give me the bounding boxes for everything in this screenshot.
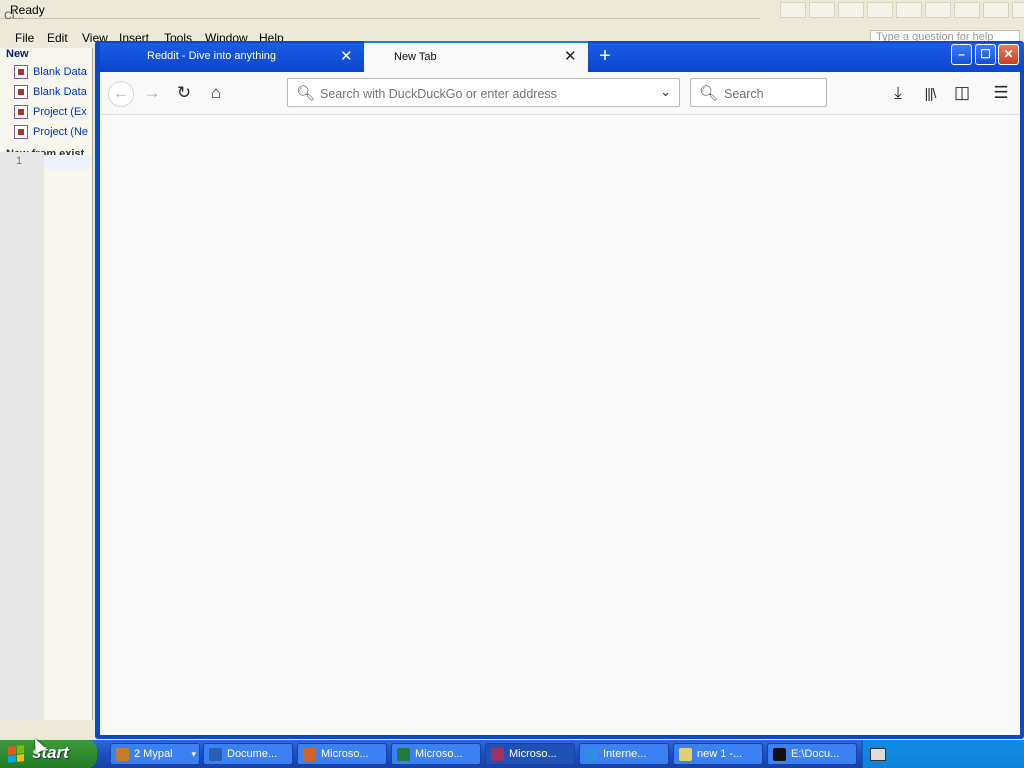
page-content[interactable] (100, 115, 1020, 735)
taskbar-item-label: new 1 -... (697, 748, 743, 760)
powerpoint-icon (303, 747, 316, 761)
task-pane-item-blank-data-page[interactable]: Blank Data (14, 83, 94, 101)
address-bar[interactable]: 🔍︎ ⌄ (287, 78, 680, 107)
mypal-icon (116, 747, 129, 761)
download-icon[interactable]: ⤓ (887, 82, 909, 104)
tab-label: New Tab (394, 51, 437, 63)
taskbar-item-label: Microso... (509, 748, 557, 760)
sidebar-icon[interactable]: ◫ (951, 82, 973, 104)
tab-label: Reddit - Dive into anything (147, 50, 277, 62)
database-icon (14, 85, 28, 99)
notepad-icon (679, 747, 692, 761)
task-pane-item-project-new[interactable]: Project (Ne (14, 123, 94, 141)
tab-new-tab[interactable]: New Tab ✕ (364, 41, 588, 72)
menu-file[interactable]: File (15, 31, 34, 45)
windows-logo-icon (8, 745, 24, 763)
start-button[interactable]: start (0, 740, 97, 768)
task-pane-new-heading: New (6, 48, 29, 60)
taskbar-item-word[interactable]: Docume... (203, 743, 293, 765)
document-title-partial: Cl... (4, 10, 24, 22)
task-pane-item-label: Project (Ne (33, 126, 89, 138)
taskbar-item-mypal[interactable]: 2 Mypal ▾ (110, 743, 200, 765)
editor-gutter (0, 152, 44, 720)
close-tab-icon[interactable]: ✕ (564, 47, 577, 65)
database-icon (14, 65, 28, 79)
status-cells (780, 2, 1024, 18)
taskbar-item-label: Docume... (227, 748, 278, 760)
taskbar-item-internet-explorer[interactable]: Interne... (579, 743, 669, 765)
address-input[interactable] (318, 83, 652, 104)
taskbar-item-label: E:\Docu... (791, 748, 840, 760)
taskbar-item-label: Interne... (603, 748, 647, 760)
chevron-down-icon: ▾ (191, 748, 196, 759)
tab-reddit[interactable]: Reddit - Dive into anything ✕ (138, 43, 363, 72)
search-icon: 🔍︎ (296, 85, 316, 102)
project-icon (14, 125, 28, 139)
forward-arrow-icon[interactable]: → (141, 82, 163, 104)
close-tab-icon[interactable]: ✕ (340, 47, 353, 65)
taskbar-item-access[interactable]: Microso... (485, 743, 575, 765)
taskbar-item-notepad[interactable]: new 1 -... (673, 743, 763, 765)
chevron-down-icon[interactable]: ⌄ (660, 84, 671, 100)
excel-icon (397, 747, 410, 761)
task-pane-item-blank-database[interactable]: Blank Data (14, 63, 94, 81)
home-icon[interactable]: ⌂ (205, 82, 227, 104)
taskbar-item-command-prompt[interactable]: E:\Docu... (767, 743, 857, 765)
keyboard-icon[interactable] (870, 748, 886, 761)
search-box[interactable]: 🔍︎ (690, 78, 827, 107)
search-icon: 🔍︎ (699, 85, 719, 102)
close-window-button[interactable]: ✕ (998, 44, 1019, 65)
task-pane-item-label: Project (Ex (33, 106, 87, 118)
task-pane-item-project-existing[interactable]: Project (Ex (14, 103, 94, 121)
maximize-button[interactable]: ☐ (975, 44, 996, 65)
taskbar-item-label: 2 Mypal (134, 748, 173, 760)
editor-current-line[interactable] (44, 155, 92, 169)
back-arrow-icon[interactable]: ← (108, 81, 134, 107)
search-input[interactable] (722, 84, 822, 103)
access-icon (491, 747, 504, 761)
status-bar: Ready (0, 0, 760, 19)
menu-edit[interactable]: Edit (47, 31, 68, 45)
taskbar-item-powerpoint[interactable]: Microso... (297, 743, 387, 765)
system-tray (862, 740, 1024, 768)
new-tab-plus-icon[interactable]: + (595, 44, 615, 68)
hamburger-menu-icon[interactable]: ☰ (990, 82, 1012, 104)
minimize-button[interactable]: – (951, 44, 972, 65)
task-pane-item-label: Blank Data (33, 86, 87, 98)
taskbar-item-excel[interactable]: Microso... (391, 743, 481, 765)
taskbar-item-label: Microso... (321, 748, 369, 760)
taskbar-item-label: Microso... (415, 748, 463, 760)
line-number: 1 (16, 155, 23, 167)
library-icon[interactable]: |||\ (919, 82, 941, 104)
reload-icon[interactable]: ↻ (173, 82, 195, 104)
word-icon (209, 747, 222, 761)
ie-icon (585, 747, 598, 761)
task-pane-item-label: Blank Data (33, 66, 87, 78)
cmd-icon (773, 747, 786, 761)
project-icon (14, 105, 28, 119)
